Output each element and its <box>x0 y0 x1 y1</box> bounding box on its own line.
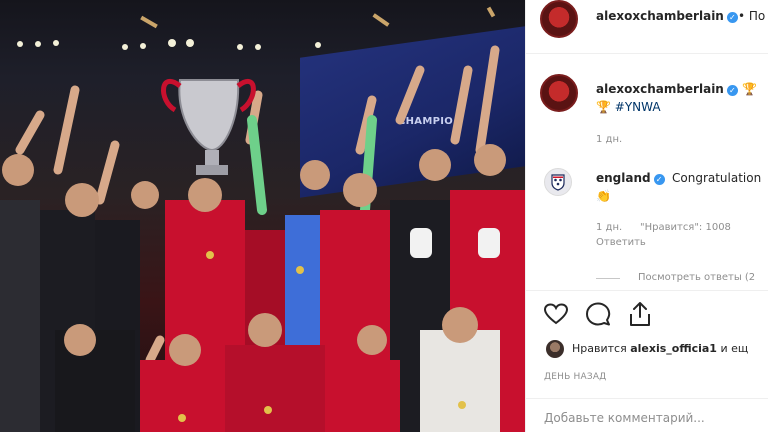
comment-text: Congratulation <box>672 171 762 185</box>
actions-divider <box>526 290 768 291</box>
heart-icon[interactable] <box>542 300 570 328</box>
post-sidebar: alexoxchamberlain ✓ • По alexoxchamberlai… <box>525 0 768 432</box>
verified-icon: ✓ <box>653 174 665 185</box>
comment-icon[interactable] <box>584 300 612 328</box>
comment-likes[interactable]: "Нравится": 1008 <box>640 222 731 233</box>
trophy-emoji: 🏆 <box>742 82 757 96</box>
commenter-avatar[interactable] <box>544 168 572 196</box>
verified-icon: ✓ <box>726 85 738 96</box>
post-header: alexoxchamberlain ✓ • По <box>526 0 768 54</box>
liker-username[interactable]: alexis_officia1 <box>630 342 717 355</box>
author-username[interactable]: alexoxchamberlain ✓ <box>596 9 738 23</box>
post-timestamp[interactable]: ДЕНЬ НАЗАД <box>544 372 606 382</box>
author-avatar[interactable] <box>540 0 578 38</box>
liker-avatar[interactable] <box>546 340 564 358</box>
commenter-username[interactable]: england ✓ <box>596 171 665 185</box>
caption-text: 🏆 #YNWA <box>596 100 661 114</box>
likes-suffix: и ещ <box>720 342 749 355</box>
caption-avatar[interactable] <box>540 74 578 112</box>
author-username-text[interactable]: alexoxchamberlain <box>596 9 724 23</box>
replies-divider <box>596 278 620 279</box>
add-comment-bar <box>526 398 768 432</box>
view-replies-button[interactable]: Посмотреть ответы (2 <box>638 272 755 283</box>
header-separator: • <box>738 9 746 23</box>
hashtag-link[interactable]: #YNWA <box>615 100 661 114</box>
caption-time[interactable]: 1 дн. <box>596 134 622 145</box>
verified-icon: ✓ <box>726 12 738 23</box>
add-comment-input[interactable] <box>542 407 766 429</box>
celebrating-players <box>0 45 525 432</box>
follow-label[interactable]: По <box>749 9 765 23</box>
england-crest-icon <box>551 174 565 191</box>
comment-time[interactable]: 1 дн. <box>596 222 622 233</box>
trophy-emoji: 🏆 <box>596 100 611 114</box>
follow-button[interactable]: • По <box>738 9 765 23</box>
reply-button[interactable]: Ответить <box>596 237 646 248</box>
post-photo[interactable]: CHAMPIO <box>0 0 525 432</box>
caption-username-text[interactable]: alexoxchamberlain <box>596 82 724 96</box>
commenter-username-text[interactable]: england <box>596 171 651 185</box>
clap-emoji: 👏 <box>596 189 611 203</box>
likes-prefix: Нравится <box>572 342 627 355</box>
caption-username[interactable]: alexoxchamberlain ✓ 🏆 <box>596 82 757 96</box>
likes-summary[interactable]: Нравится alexis_officia1 и ещ <box>572 342 748 355</box>
share-icon[interactable] <box>626 300 654 328</box>
